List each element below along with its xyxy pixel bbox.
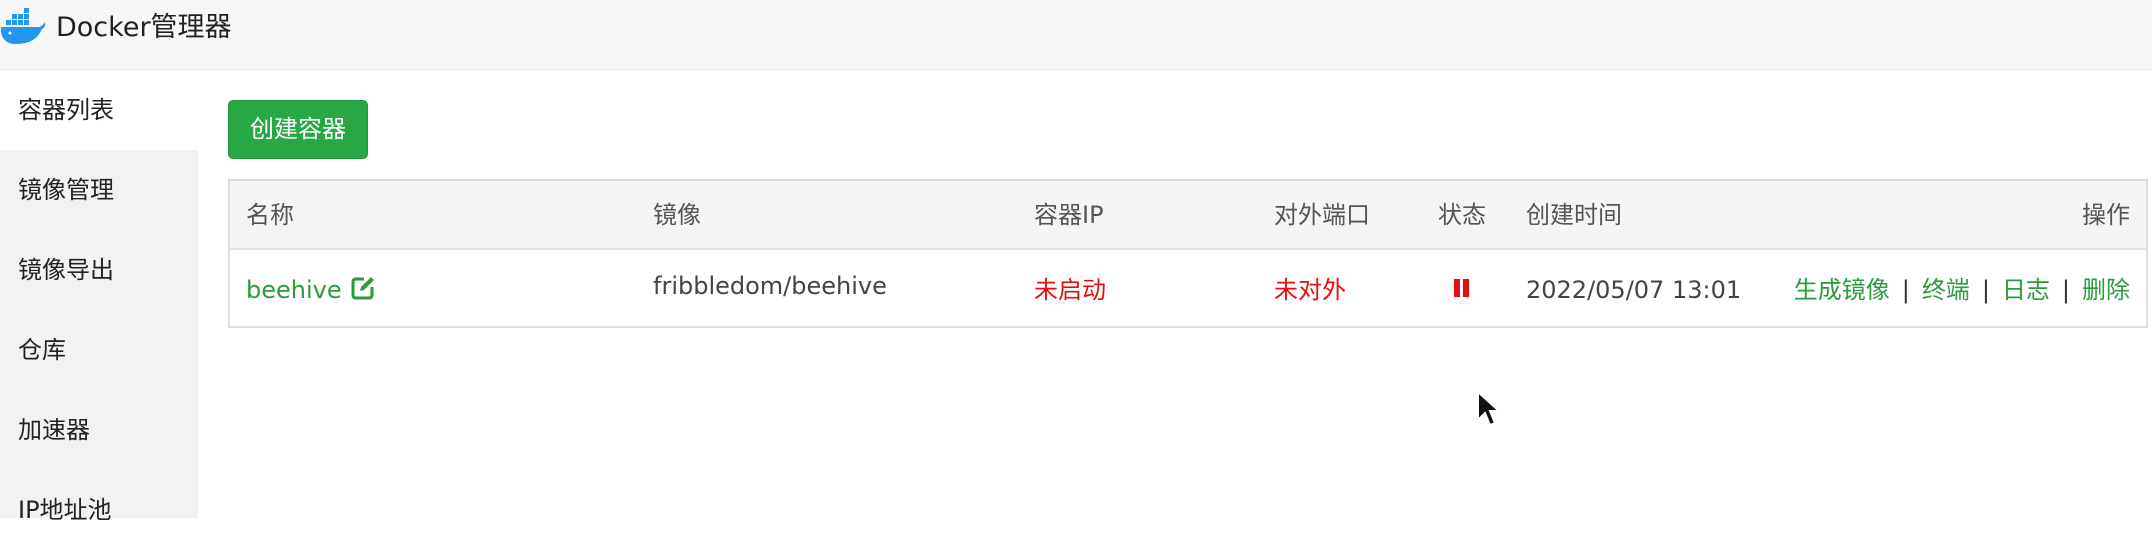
create-container-button[interactable]: 创建容器	[228, 100, 368, 159]
sidebar-item-images[interactable]: 镜像管理	[0, 150, 198, 230]
created-cell: 2022/05/07 13:01	[1526, 276, 1742, 304]
top-bar: Docker管理器	[0, 0, 2152, 70]
sidebar-item-ip-pool[interactable]: IP地址池	[0, 470, 198, 550]
app-title: Docker管理器	[56, 12, 232, 43]
sidebar-item-accelerator[interactable]: 加速器	[0, 390, 198, 470]
actions-cell: 生成镜像 | 终端 | 日志 | 删除	[1794, 252, 2130, 328]
header-image: 镜像	[653, 201, 701, 229]
sidebar-item-registry[interactable]: 仓库	[0, 310, 198, 390]
container-table: 名称 镜像 容器IP 对外端口 状态 创建时间 操作 beehive fribb…	[228, 179, 2148, 328]
header-created: 创建时间	[1526, 201, 1622, 229]
image-cell: fribbledom/beehive	[653, 272, 887, 300]
separator: |	[1901, 276, 1910, 304]
edit-icon[interactable]	[350, 275, 376, 301]
table-header: 名称 镜像 容器IP 对外端口 状态 创建时间 操作	[230, 181, 2146, 250]
build-image-link[interactable]: 生成镜像	[1794, 276, 1890, 304]
header-status: 状态	[1438, 201, 1486, 229]
table-row: beehive fribbledom/beehive 未启动 未对外 2022/…	[230, 252, 2146, 328]
header-ip: 容器IP	[1034, 201, 1104, 229]
separator: |	[2061, 276, 2070, 304]
header-ports: 对外端口	[1274, 201, 1370, 229]
docker-whale-icon	[1, 8, 46, 44]
pause-icon	[1454, 279, 1470, 297]
separator: |	[1981, 276, 1990, 304]
ports-cell: 未对外	[1274, 276, 1346, 304]
container-name-link[interactable]: beehive	[246, 276, 342, 304]
ip-cell: 未启动	[1034, 276, 1106, 304]
sidebar: 容器列表 镜像管理 镜像导出 仓库 加速器 IP地址池	[0, 70, 198, 524]
sidebar-item-containers[interactable]: 容器列表	[0, 70, 198, 150]
container-name-cell: beehive	[246, 252, 376, 328]
mouse-cursor-icon	[1477, 390, 1502, 427]
header-actions: 操作	[2082, 201, 2130, 229]
header-name: 名称	[246, 201, 294, 229]
delete-link[interactable]: 删除	[2082, 276, 2130, 304]
sidebar-item-image-export[interactable]: 镜像导出	[0, 230, 198, 310]
terminal-link[interactable]: 终端	[1922, 276, 1970, 304]
logs-link[interactable]: 日志	[2002, 276, 2050, 304]
